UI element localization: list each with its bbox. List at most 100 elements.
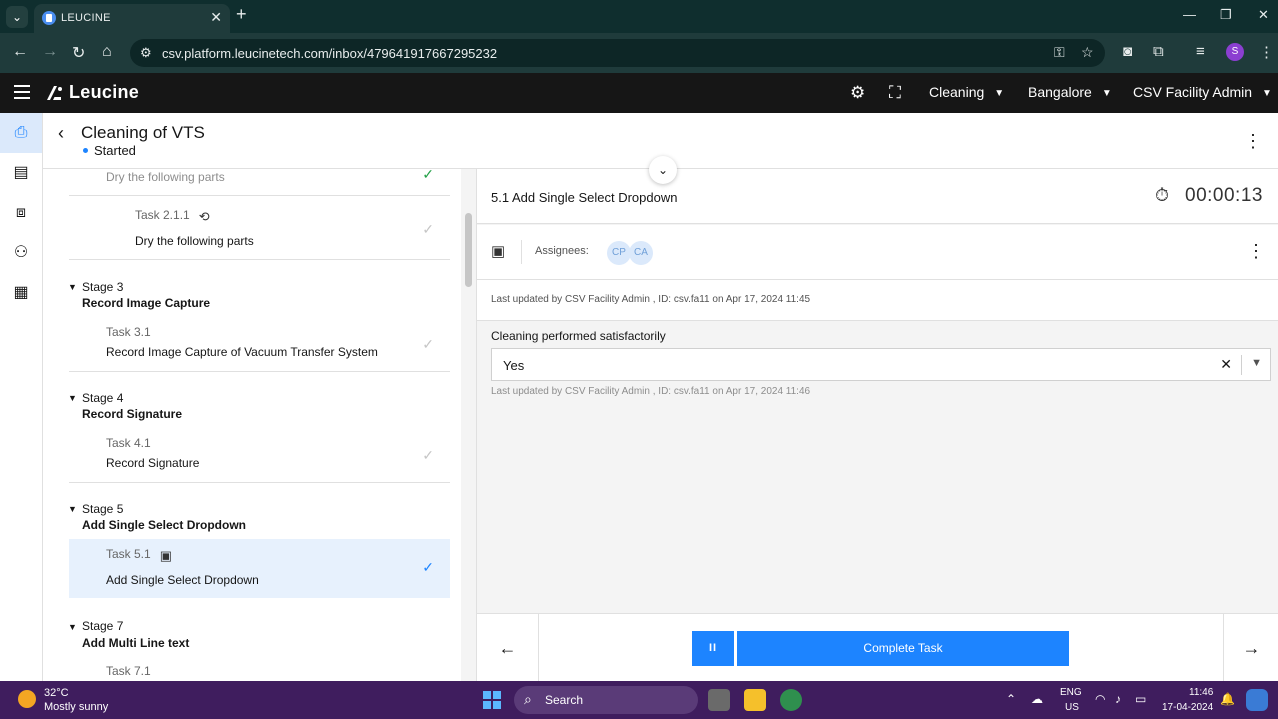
language-indicator[interactable]: ENG [1060, 687, 1082, 698]
notification-bell-icon[interactable]: 🔔 [1220, 692, 1235, 706]
site-info-icon[interactable]: ⚙ [140, 45, 152, 61]
caret-down-icon[interactable]: ▼ [68, 622, 77, 632]
profile-avatar[interactable]: S [1226, 43, 1244, 61]
check-icon: ✓ [422, 169, 434, 182]
single-select-dropdown[interactable]: Yes ✕ ▼ [491, 348, 1271, 381]
browser-tab[interactable]: LEUCINE ✕ [34, 4, 230, 33]
scanner-icon[interactable]: ⛶ [889, 83, 901, 103]
caret-down-icon[interactable]: ▼ [68, 393, 77, 403]
chevron-down-icon[interactable]: ▼ [1251, 357, 1262, 369]
search-label: Search [545, 693, 584, 707]
task-row[interactable]: Dry the following parts ✓ [69, 169, 450, 196]
window-close-icon[interactable]: ✕ [1258, 7, 1269, 23]
check-icon: ✓ [422, 221, 434, 237]
show-hidden-icons-chevron-icon[interactable]: ⌃ [1006, 692, 1016, 706]
windows-start-icon[interactable] [483, 691, 501, 709]
onedrive-cloud-icon[interactable]: ☁ [1031, 692, 1043, 706]
task-more-options-icon[interactable]: ⋮ [1247, 241, 1265, 262]
caret-down-icon[interactable]: ▼ [68, 282, 77, 292]
parameter-label: Cleaning performed satisfactorily [491, 329, 666, 343]
task-name: Dry the following parts [106, 170, 225, 184]
volume-icon[interactable]: ♪ [1115, 692, 1121, 706]
collapse-chevron-icon[interactable]: ⌄ [649, 156, 677, 184]
wifi-icon[interactable]: ◠ [1095, 692, 1105, 706]
parameter-last-updated: Last updated by CSV Facility Admin , ID:… [491, 386, 811, 397]
windows-taskbar: 32°C Mostly sunny ⌕ Search ⌃ ☁ ENG US ◠ … [0, 681, 1278, 719]
task-row[interactable]: Task 4.1 Record Signature ✓ [69, 428, 450, 483]
facility-select[interactable]: Bangalore ▼ [1028, 84, 1112, 100]
complete-task-button[interactable]: Complete Task [737, 631, 1069, 666]
minimize-icon[interactable]: — [1183, 7, 1196, 22]
assignees-label: Assignees: [535, 245, 589, 257]
previous-task-arrow-icon[interactable]: ← [477, 614, 539, 682]
task-footer: ← II Complete Task → [477, 613, 1278, 682]
inbox-icon[interactable]: ⎙ [0, 113, 42, 153]
more-options-icon[interactable]: ⋮ [1238, 126, 1268, 156]
chevron-down-icon: ▼ [1101, 87, 1112, 99]
tab-search-chevron-icon[interactable]: ⌄ [6, 6, 28, 28]
camera-extension-icon[interactable]: ◙ [1123, 43, 1132, 60]
chrome-icon[interactable] [780, 689, 802, 711]
battery-icon[interactable]: ▭ [1135, 692, 1146, 706]
tab-title: LEUCINE [61, 12, 111, 24]
back-arrow-icon[interactable]: ‹ [58, 123, 64, 144]
file-explorer-icon[interactable] [744, 689, 766, 711]
assignee-avatar[interactable]: CP [607, 241, 631, 265]
stage-number: Stage 4 [82, 391, 124, 405]
address-bar[interactable]: ⚙ csv.platform.leucinetech.com/inbox/479… [130, 39, 1105, 67]
back-icon[interactable]: ← [12, 43, 28, 61]
assignee-avatar[interactable]: CA [629, 241, 653, 265]
user-name: CSV Facility Admin [1133, 84, 1253, 100]
task-panel: 5.1 Add Single Select Dropdown ⏱ 00:00:1… [476, 156, 1278, 682]
clock-date[interactable]: 17-04-2024 [1162, 702, 1213, 713]
weather-sun-icon[interactable] [18, 690, 36, 708]
next-task-arrow-icon[interactable]: → [1223, 614, 1278, 682]
language-region[interactable]: US [1065, 702, 1079, 713]
stage-task-list: Dry the following parts ✓ Task 2.1.1 ⟲ Dr… [43, 169, 476, 681]
media-control-icon[interactable]: ≡ [1196, 43, 1205, 60]
tab-close-icon[interactable]: ✕ [210, 9, 222, 26]
stage-name: Add Single Select Dropdown [82, 518, 247, 532]
forward-icon[interactable]: → [42, 43, 58, 61]
clock-time[interactable]: 11:46 [1189, 687, 1213, 698]
task-row[interactable]: Task 7.1 [69, 657, 450, 681]
schedule-calendar-icon[interactable]: ▣ [491, 242, 505, 260]
list-scrollbar-thumb[interactable] [465, 213, 472, 287]
bookmark-star-icon[interactable]: ☆ [1081, 44, 1094, 61]
reports-icon[interactable]: ▦ [0, 273, 42, 313]
extensions-icon[interactable]: ⧉ [1153, 43, 1164, 60]
home-icon[interactable]: ⌂ [102, 43, 112, 61]
weather-temperature[interactable]: 32°C [44, 687, 69, 699]
divider [1241, 355, 1242, 375]
user-menu[interactable]: CSV Facility Admin ▼ [1133, 84, 1272, 100]
password-key-icon[interactable]: ⚿ [1054, 44, 1065, 61]
settings-gear-icon[interactable]: ⚙ [850, 83, 865, 103]
reload-icon[interactable]: ↻ [72, 43, 85, 63]
task-row-active[interactable]: Task 5.1 ▣ Add Single Select Dropdown ✓ [69, 539, 450, 598]
browser-menu-icon[interactable]: ⋮ [1259, 43, 1274, 61]
new-tab-icon[interactable]: + [236, 4, 247, 25]
pause-button[interactable]: II [692, 631, 734, 666]
page-title: Cleaning of VTS [81, 123, 205, 142]
task-number: Task 2.1.1 ⟲ [135, 208, 210, 225]
checklist-icon[interactable]: ▤ [0, 153, 42, 193]
task-view-icon[interactable] [708, 689, 730, 711]
task-row[interactable]: Task 2.1.1 ⟲ Dry the following parts ✓ [69, 197, 450, 260]
restore-icon[interactable]: ❐ [1220, 7, 1232, 23]
check-icon: ✓ [422, 336, 434, 352]
brand-name[interactable]: Leucine [69, 82, 139, 103]
url-text[interactable]: csv.platform.leucinetech.com/inbox/47964… [162, 46, 497, 61]
weather-description[interactable]: Mostly sunny [44, 701, 108, 713]
task-number: Task 3.1 [106, 325, 151, 339]
last-updated-text: Last updated by CSV Facility Admin , ID:… [491, 294, 811, 305]
process-flow-icon[interactable]: ⧈ [0, 193, 42, 233]
hamburger-menu-icon[interactable] [14, 85, 30, 103]
copilot-icon[interactable] [1246, 689, 1268, 711]
caret-down-icon[interactable]: ▼ [68, 504, 77, 514]
taskbar-search[interactable]: ⌕ Search [514, 686, 698, 714]
divider [521, 240, 522, 264]
task-row[interactable]: Task 3.1 Record Image Capture of Vacuum … [69, 317, 450, 372]
clear-selection-icon[interactable]: ✕ [1220, 356, 1232, 373]
ontology-icon[interactable]: ⚇ [0, 233, 42, 273]
use-case-select[interactable]: Cleaning ▼ [929, 84, 1004, 100]
